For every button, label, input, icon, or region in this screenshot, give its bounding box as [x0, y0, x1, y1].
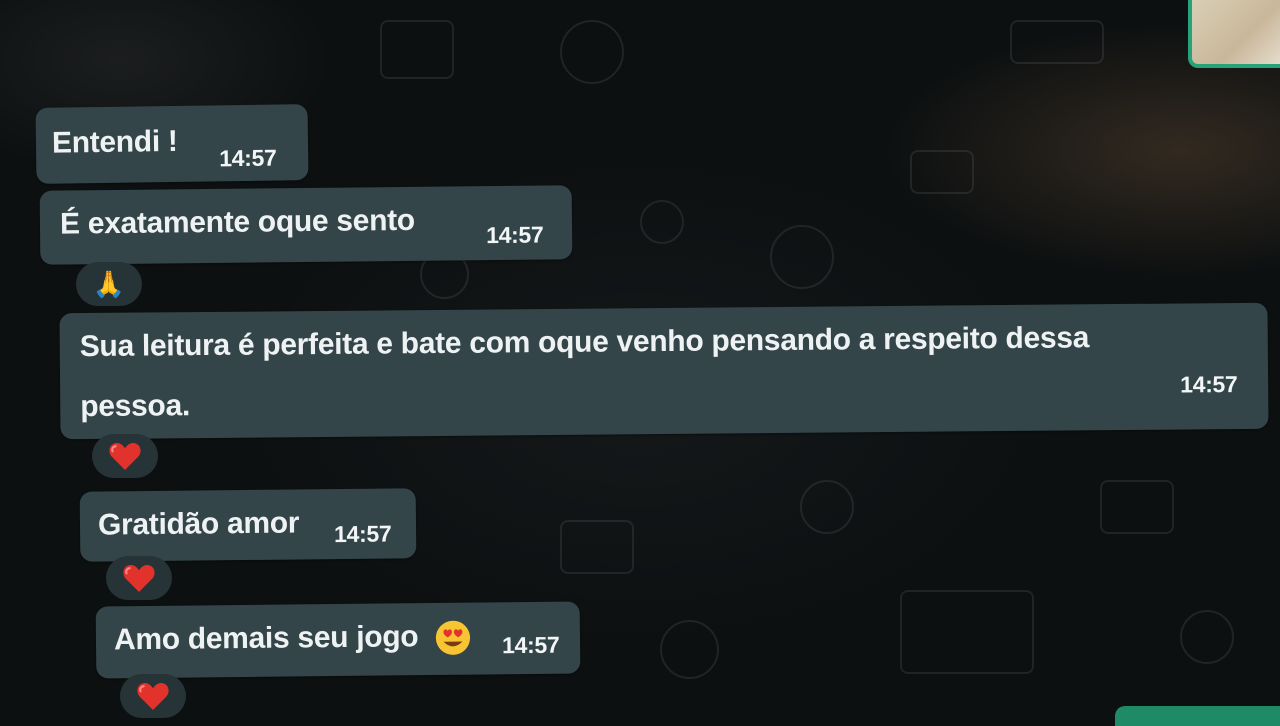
message-time: 14:57 — [219, 144, 277, 172]
message-text: Amo demais seu jogo — [114, 617, 473, 661]
wallpaper-doodle — [800, 480, 854, 534]
wallpaper-doodle — [770, 225, 834, 289]
reaction-badge[interactable] — [120, 674, 186, 718]
message-bubble[interactable]: Entendi ! 14:57 — [35, 104, 309, 184]
outgoing-bubble-edge — [1115, 706, 1280, 726]
wallpaper-doodle — [1010, 20, 1104, 64]
heart-icon — [123, 564, 155, 592]
reaction-badge[interactable] — [92, 434, 158, 478]
message-bubble[interactable]: Sua leitura é perfeita e bate com oque v… — [59, 302, 1269, 440]
message-text-line: Sua leitura é perfeita e bate com oque v… — [79, 321, 1090, 364]
folded-hands-icon: 🙏 — [92, 269, 126, 299]
wallpaper-doodle — [640, 200, 684, 244]
message-time: 14:57 — [333, 520, 392, 548]
heart-icon — [137, 682, 169, 710]
message-bubble[interactable]: Gratidão amor 14:57 — [79, 488, 417, 562]
message-time: 14:57 — [485, 221, 544, 249]
reaction-badge[interactable] — [106, 556, 172, 600]
media-thumbnail[interactable] — [1188, 0, 1280, 68]
wallpaper-doodle — [380, 20, 454, 79]
message-bubble[interactable]: É exatamente oque sento 14:57 — [39, 185, 573, 265]
reaction-badge[interactable]: 🙏 — [76, 262, 142, 306]
wallpaper-doodle — [560, 20, 624, 84]
wallpaper-doodle — [560, 520, 634, 574]
heart-icon — [109, 442, 141, 470]
chat-screen: Entendi ! 14:57 É exatamente oque sento … — [0, 0, 1280, 726]
wallpaper-doodle — [900, 590, 1034, 674]
message-time: 14:57 — [1180, 370, 1238, 398]
wallpaper-doodle — [1100, 480, 1174, 534]
message-text: É exatamente oque sento — [59, 203, 416, 241]
wallpaper-doodle — [660, 620, 719, 679]
message-bubble[interactable]: Amo demais seu jogo 14:57 — [95, 601, 581, 679]
wallpaper-doodle — [1180, 610, 1234, 664]
message-text: Gratidão amor — [97, 506, 300, 542]
message-text-content: Amo demais seu jogo — [113, 620, 419, 657]
heart-eyes-emoji-icon — [436, 620, 471, 655]
wallpaper-doodle — [910, 150, 974, 194]
message-time: 14:57 — [501, 631, 560, 659]
message-text-line: pessoa. — [80, 389, 191, 424]
message-text: Entendi ! — [51, 124, 178, 160]
